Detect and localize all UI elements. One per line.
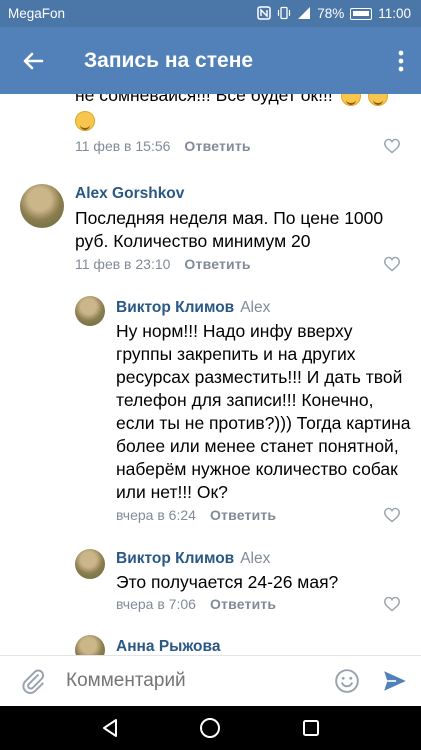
- battery-icon: [350, 7, 373, 20]
- comment: Alex Gorshkov Последняя неделя мая. По ц…: [75, 185, 415, 253]
- comment-meta: 11 фев в 23:10 Ответить: [75, 256, 421, 272]
- avatar[interactable]: [75, 549, 105, 579]
- author-name[interactable]: Виктор Климов: [116, 299, 234, 316]
- more-vertical-icon: [398, 50, 404, 71]
- wink-emoji-icon: [340, 94, 361, 107]
- comment-composer: [0, 655, 421, 706]
- comment-author[interactable]: Виктор Климов Alex: [116, 299, 411, 317]
- comment-author[interactable]: Анна Рыжова: [116, 638, 411, 655]
- like-heart-icon[interactable]: [383, 507, 401, 523]
- reply-button[interactable]: Ответить: [184, 256, 250, 272]
- paperclip-icon: [22, 669, 45, 694]
- like-heart-icon[interactable]: [383, 596, 401, 612]
- comment-meta: вчера в 7:06 Ответить: [116, 596, 421, 612]
- smile-icon: [335, 669, 359, 693]
- triangle-back-icon: [103, 719, 118, 737]
- comment-text: Ну норм!!! Надо инфу вверху группы закре…: [116, 321, 411, 502]
- comment-reply: Виктор Климов Alex Ну норм!!! Надо инфу в…: [116, 299, 411, 504]
- send-button[interactable]: [369, 656, 421, 707]
- wink-emoji-icon: [75, 111, 95, 132]
- reply-button[interactable]: Ответить: [184, 138, 250, 154]
- avatar[interactable]: [75, 635, 105, 655]
- wink-emoji-icon: [368, 94, 389, 107]
- avatar[interactable]: [20, 184, 64, 228]
- attach-button[interactable]: [0, 656, 66, 707]
- comment-time: 11 фев в 23:10: [75, 256, 171, 272]
- vibrate-icon: [277, 6, 291, 22]
- comment-time: 11 фев в 15:56: [75, 138, 171, 154]
- like-heart-icon[interactable]: [383, 138, 401, 154]
- square-recents-icon: [302, 720, 319, 736]
- author-name[interactable]: Виктор Климов: [116, 550, 234, 567]
- more-button[interactable]: [381, 27, 421, 94]
- carrier-name: MegaFon: [8, 6, 66, 21]
- reply-button[interactable]: Ответить: [210, 596, 276, 612]
- page-title: Запись на стене: [84, 48, 254, 72]
- comment-text: Это получается 24-26 мая?: [116, 572, 339, 592]
- comments-feed[interactable]: не сомневайся!!! Всё будет ок!!! 11 фев …: [0, 94, 421, 655]
- comment-meta: 11 фев в 15:56 Ответить: [75, 138, 421, 154]
- author-name[interactable]: Анна Рыжова: [116, 638, 220, 655]
- comment-input[interactable]: [66, 670, 325, 692]
- avatar[interactable]: [75, 296, 105, 326]
- signal-icon: [297, 6, 311, 22]
- comment-time: вчера в 7:06: [116, 596, 196, 612]
- send-icon: [384, 671, 406, 691]
- nfc-icon: [257, 5, 271, 22]
- comment-time: вчера в 6:24: [116, 507, 196, 523]
- comment-meta: вчера в 6:24 Ответить: [116, 507, 421, 523]
- battery-percent: 78%: [317, 6, 345, 21]
- status-bar: MegaFon 78% 11:00: [0, 0, 421, 27]
- comment-author[interactable]: Alex Gorshkov: [75, 185, 415, 203]
- comment-text: Последняя неделя мая. По цене 1000 руб. …: [75, 208, 384, 251]
- comment-author[interactable]: Виктор Климов Alex: [116, 550, 411, 568]
- author-name[interactable]: Alex Gorshkov: [75, 185, 184, 202]
- back-button[interactable]: [0, 27, 66, 94]
- comment-reply: Анна Рыжова: [116, 638, 411, 655]
- clock: 11:00: [378, 6, 411, 21]
- nav-back-button[interactable]: [90, 708, 130, 748]
- circle-home-icon: [200, 718, 221, 738]
- comment-reply: Виктор Климов Alex Это получается 24-26 м…: [116, 550, 411, 594]
- comment-partial-text: не сомневайся!!! Всё будет ок!!!: [75, 94, 415, 132]
- reply-to-name[interactable]: Alex: [240, 299, 270, 316]
- nav-recents-button[interactable]: [291, 708, 331, 748]
- arrow-left-icon: [23, 52, 44, 69]
- emoji-button[interactable]: [325, 656, 369, 707]
- nav-home-button[interactable]: [190, 708, 230, 748]
- comment-text: не сомневайся!!! Всё будет ок!!!: [75, 94, 333, 105]
- status-icons: 78% 11:00: [257, 5, 411, 22]
- reply-button[interactable]: Ответить: [210, 507, 276, 523]
- app-bar: Запись на стене: [0, 27, 421, 94]
- system-nav-bar: [0, 706, 421, 750]
- like-heart-icon[interactable]: [383, 256, 401, 272]
- reply-to-name[interactable]: Alex: [240, 550, 270, 567]
